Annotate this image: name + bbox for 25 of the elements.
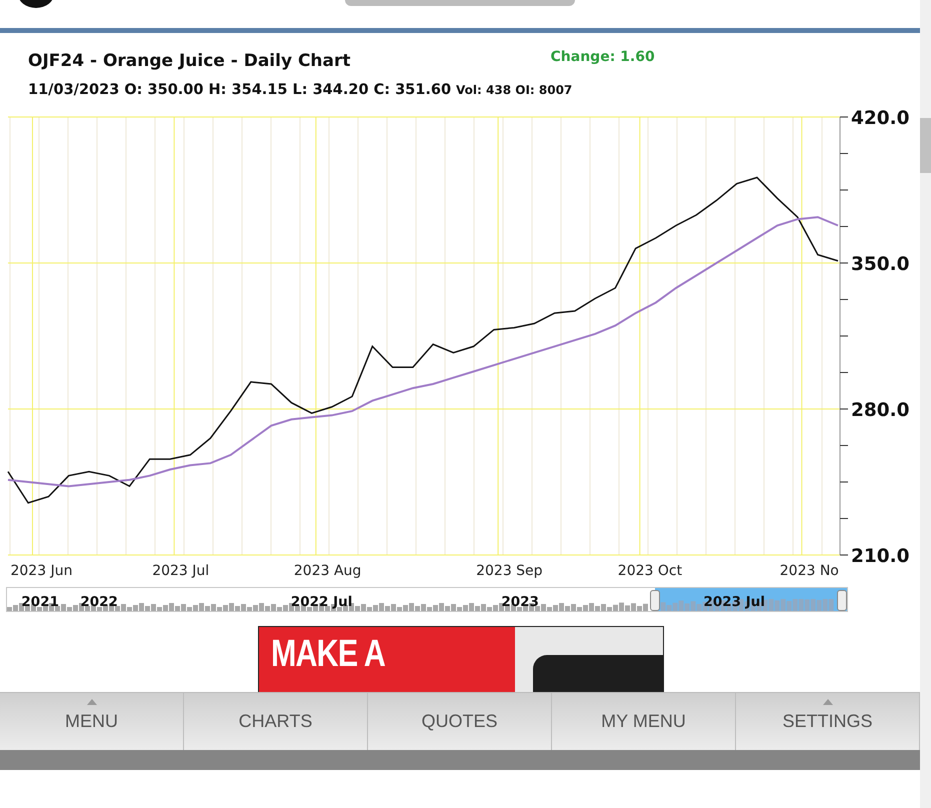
y-axis-label: 420.0 [851, 108, 910, 129]
y-axis-label: 210.0 [851, 546, 910, 567]
range-navigator[interactable]: 2021 2022 2022 Jul 2023 2023 Jul [6, 587, 848, 612]
chart-title: OJF24 - Orange Juice - Daily Chart [28, 51, 351, 73]
x-axis-label: 2023 Jun [10, 563, 72, 579]
change-value: Change: 1.60 [550, 49, 656, 67]
x-axis-label: 2023 Sep [476, 563, 543, 579]
scrollbar[interactable] [920, 0, 931, 808]
range-handle[interactable] [650, 590, 660, 611]
y-axis-label: 280.0 [851, 400, 910, 421]
y-axis-label: 350.0 [851, 254, 910, 275]
x-axis-label: 2023 Jul [152, 563, 210, 579]
navigator-label: 2023 [501, 594, 539, 610]
navigator-label: 2022 Jul [290, 594, 352, 610]
x-axis-label: 2023 Aug [294, 563, 362, 579]
navigator-label: 2021 [21, 594, 59, 610]
range-handle[interactable] [837, 590, 847, 611]
x-axis-label: 2023 Oct [618, 563, 682, 579]
ad-headline: MAKE A [271, 633, 386, 676]
navigator-label: 2023 Jul [703, 594, 765, 610]
volume-values: Vol: 438 OI: 8007 [456, 83, 572, 97]
ohlc-values: 11/03/2023 O: 350.00 H: 354.15 L: 344.20 C: 351.60 [28, 82, 452, 98]
selected-range[interactable] [655, 588, 847, 611]
x-axis-label: 2023 No [780, 563, 839, 579]
navigator-label: 2022 [80, 594, 118, 610]
